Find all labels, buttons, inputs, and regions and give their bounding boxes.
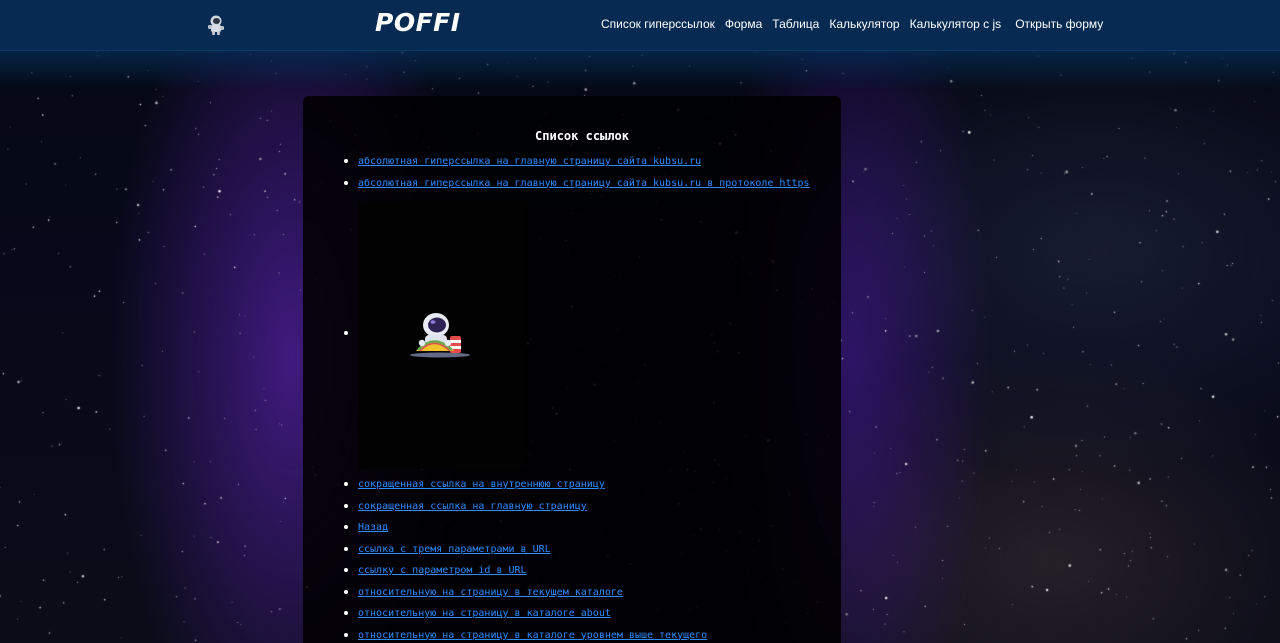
link-relative-parent[interactable]: относительную на страницу в каталоге уро…	[358, 630, 707, 641]
links-list: абсолютная гиперссылка на главную страни…	[344, 153, 810, 643]
link-relative-current[interactable]: относительную на страницу в текущем ката…	[358, 587, 623, 598]
nav-link-calculator-js[interactable]: Калькулятор с js	[910, 17, 1002, 31]
astronaut-on-taco-icon	[410, 313, 470, 358]
main-nav: Список гиперссылок Форма Таблица Калькул…	[601, 17, 1103, 31]
list-item: абсолютная гиперссылка на главную страни…	[344, 153, 810, 175]
link-kubsu-https[interactable]: абсолютная гиперссылка на главную страни…	[358, 178, 810, 189]
link-kubsu-absolute[interactable]: абсолютная гиперссылка на главную страни…	[358, 156, 701, 167]
link-back[interactable]: Назад	[358, 522, 388, 533]
list-item: сокращенная ссылка на внутреннюю страниц…	[344, 476, 810, 498]
list-item-image	[344, 196, 810, 476]
astronaut-icon[interactable]	[206, 14, 226, 36]
list-item: относительную на страницу в текущем ката…	[344, 584, 810, 606]
list-item: относительную на страницу в каталоге abo…	[344, 605, 810, 627]
link-internal-page[interactable]: сокращенная ссылка на внутреннюю страниц…	[358, 479, 605, 490]
list-item: ссылку с параметром id в URL	[344, 562, 810, 584]
link-three-params[interactable]: ссылка с тремя параметрами в URL	[358, 544, 551, 555]
site-header: POFFI Список гиперссылок Форма Таблица К…	[0, 0, 1280, 51]
nav-link-form[interactable]: Форма	[725, 17, 762, 31]
link-id-param[interactable]: ссылку с параметром id в URL	[358, 565, 527, 576]
link-relative-about[interactable]: относительную на страницу в каталоге abo…	[358, 608, 611, 619]
image-link[interactable]	[358, 201, 526, 469]
header-shadow	[0, 50, 1280, 90]
link-home-page[interactable]: сокращенная ссылка на главную страницу	[358, 501, 587, 512]
page-title: Список ссылок	[535, 129, 629, 143]
nav-link-calculator[interactable]: Калькулятор	[829, 17, 899, 31]
nav-link-open-form[interactable]: Открыть форму	[1015, 17, 1103, 31]
nav-link-hyperlinks[interactable]: Список гиперссылок	[601, 17, 715, 31]
list-item: сокращенная ссылка на главную страницу	[344, 498, 810, 520]
list-item: относительную на страницу в каталоге уро…	[344, 627, 810, 643]
list-item: абсолютная гиперссылка на главную страни…	[344, 175, 810, 197]
site-logo[interactable]: POFFI	[375, 8, 461, 37]
list-item: ссылка с тремя параметрами в URL	[344, 541, 810, 563]
nav-link-table[interactable]: Таблица	[772, 17, 819, 31]
list-item: Назад	[344, 519, 810, 541]
